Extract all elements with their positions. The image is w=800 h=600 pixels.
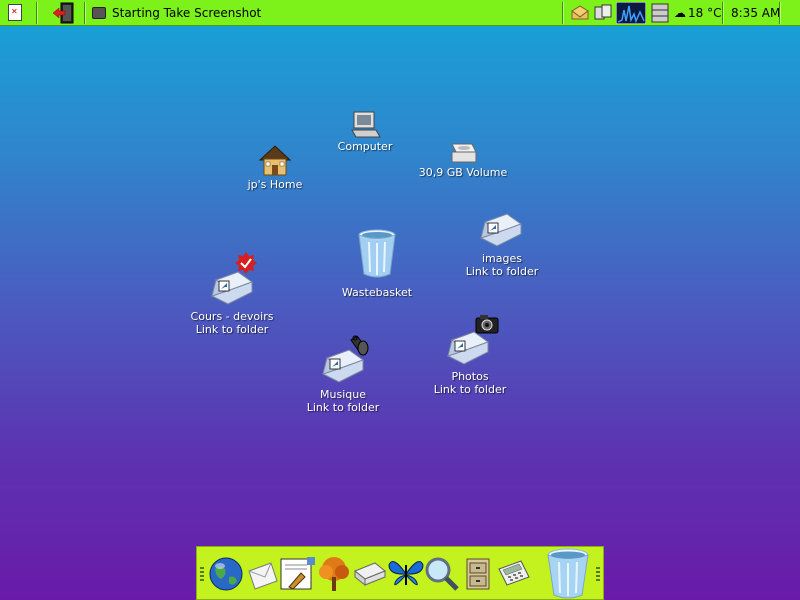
cloud-icon: ☁ <box>674 6 686 20</box>
folder-link-icon <box>321 335 369 383</box>
clock[interactable]: 8:35 AM <box>731 0 780 26</box>
desktop-icon-images[interactable]: images Link to folder <box>462 208 542 278</box>
desktop-icon-volume[interactable]: 30,9 GB Volume <box>418 140 508 179</box>
magnifier-icon[interactable] <box>423 555 461 593</box>
badge-icon <box>235 252 257 274</box>
folder-link-icon <box>446 315 499 365</box>
camera-icon <box>475 315 499 334</box>
dock <box>196 546 604 600</box>
desktop-icon-cours-devoirs[interactable]: Cours - devoirs Link to folder <box>190 250 274 336</box>
icon-label: Computer <box>337 140 393 153</box>
desktop-icon-computer[interactable]: Computer <box>335 110 395 153</box>
desktop-icon-photos[interactable]: Photos Link to folder <box>425 312 515 396</box>
scanner-icon[interactable] <box>351 555 389 593</box>
hard-drive-icon <box>451 143 477 163</box>
panel-separator <box>722 2 724 24</box>
weather-temperature: 18 °C <box>688 6 722 20</box>
panel-separator <box>36 2 38 24</box>
dock-handle-left[interactable] <box>200 567 204 581</box>
panel-separator <box>562 2 564 24</box>
house-icon <box>258 145 292 176</box>
icon-label: jp's Home <box>247 178 303 191</box>
document-icon[interactable] <box>8 4 22 21</box>
panel-separator <box>84 2 86 24</box>
butterfly-icon[interactable] <box>387 555 425 593</box>
tree-icon[interactable] <box>315 555 353 593</box>
mail-icon[interactable] <box>243 555 281 593</box>
icon-label: Wastebasket <box>341 286 413 299</box>
cabinet-icon[interactable] <box>459 555 497 593</box>
folder-link-icon <box>479 213 523 247</box>
camera-icon <box>92 7 106 19</box>
panel-separator <box>779 2 781 24</box>
task-title: Starting Take Screenshot <box>112 6 262 20</box>
globe-icon[interactable] <box>207 555 245 593</box>
desktop-icon-wastebasket[interactable]: Wastebasket <box>337 228 417 299</box>
wastebasket-icon[interactable] <box>545 547 591 600</box>
icon-label: 30,9 GB Volume <box>418 166 508 179</box>
wastebasket-icon <box>358 229 396 278</box>
icon-label: Cours - devoirs <box>190 310 274 323</box>
folder-link-icon <box>210 252 257 305</box>
network-icon[interactable] <box>593 3 613 23</box>
cabinet-tray-icon[interactable] <box>650 3 670 23</box>
logout-icon[interactable] <box>52 2 76 24</box>
taskbar-button[interactable]: Starting Take Screenshot <box>92 0 261 26</box>
envelope-icon[interactable] <box>570 3 590 23</box>
icon-sublabel: Link to folder <box>433 383 507 396</box>
calculator-icon[interactable] <box>495 555 533 593</box>
computer-icon <box>351 111 381 138</box>
icon-label: Musique <box>320 388 366 401</box>
dock-handle-right[interactable] <box>596 567 600 581</box>
top-panel: Starting Take Screenshot ☁ 18 °C 8:35 AM <box>0 0 800 26</box>
icon-label: images <box>482 252 522 265</box>
writer-icon[interactable] <box>279 555 317 593</box>
system-monitor-icon[interactable] <box>616 2 646 24</box>
speaker-icon <box>350 335 369 356</box>
icon-sublabel: Link to folder <box>306 401 380 414</box>
clock-time: 8:35 AM <box>731 6 781 20</box>
icon-label: Photos <box>451 370 489 383</box>
desktop-icon-musique[interactable]: Musique Link to folder <box>301 330 385 414</box>
desktop-icon-home[interactable]: jp's Home <box>240 142 310 191</box>
icon-sublabel: Link to folder <box>195 323 269 336</box>
icon-sublabel: Link to folder <box>465 265 539 278</box>
weather-applet[interactable]: ☁ 18 °C <box>674 0 721 26</box>
